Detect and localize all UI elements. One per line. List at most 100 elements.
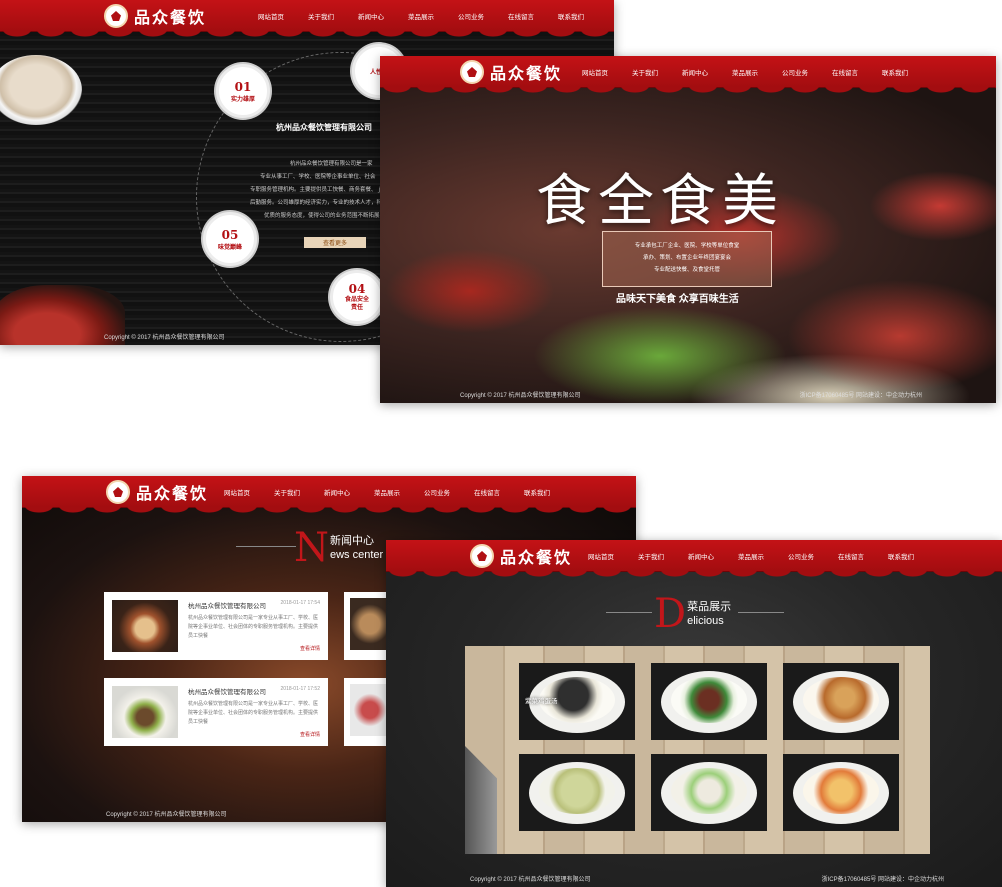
footer-copyright: Copyright © 2017 杭州品众餐饮管理有限公司 — [460, 393, 581, 399]
nav-dishes[interactable]: 菜品展示 — [738, 551, 764, 561]
nav-about[interactable]: 关于我们 — [274, 487, 300, 497]
nav-message[interactable]: 在线留言 — [838, 551, 864, 561]
dish-tile[interactable] — [651, 663, 767, 740]
nav-contact[interactable]: 联系我们 — [882, 67, 908, 77]
nav-home[interactable]: 网站首页 — [588, 551, 614, 561]
about-description: 杭州品众餐饮管理有限公司是一家 专业从事工厂、学校、医院等企事业单位、社会 专职… — [250, 161, 383, 219]
nav-message[interactable]: 在线留言 — [508, 11, 534, 21]
dish-image — [671, 677, 747, 723]
brand-name: 品众餐饮 — [134, 8, 207, 27]
logo[interactable]: 品众餐饮 — [104, 4, 206, 28]
knife-blade — [465, 746, 497, 854]
main-nav: 网站首页 关于我们 新闻中心 菜品展示 公司业务 在线留言 联系我们 — [588, 540, 914, 572]
dish-image — [671, 768, 747, 814]
nav-contact[interactable]: 联系我们 — [888, 551, 914, 561]
dish-image — [803, 768, 879, 814]
nav-dishes[interactable]: 菜品展示 — [408, 11, 434, 21]
nav-home[interactable]: 网站首页 — [258, 11, 284, 21]
nav-news[interactable]: 新闻中心 — [324, 487, 350, 497]
nav-dishes[interactable]: 菜品展示 — [732, 67, 758, 77]
site-header: 品众餐饮 网站首页 关于我们 新闻中心 菜品展示 公司业务 在线留言 联系我们 — [386, 540, 1002, 578]
nav-news[interactable]: 新闻中心 — [682, 67, 708, 77]
news-more-link[interactable]: 查看详情 — [188, 731, 320, 738]
dishes-heading-ornament — [606, 612, 652, 613]
dish-tile[interactable] — [783, 663, 899, 740]
nav-business[interactable]: 公司业务 — [788, 551, 814, 561]
news-title[interactable]: 杭州品众餐饮管理有限公司 — [188, 600, 266, 610]
news-thumbnail — [112, 600, 178, 652]
news-more-link[interactable]: 查看详情 — [188, 645, 320, 652]
news-heading-en: ews center — [330, 549, 384, 561]
nav-business[interactable]: 公司业务 — [782, 67, 808, 77]
nav-news[interactable]: 新闻中心 — [358, 11, 384, 21]
nav-about[interactable]: 关于我们 — [308, 11, 334, 21]
hero-info-box: 专业承包工厂企业、医院、学校等单位食堂 承办、策划、布置企业年终团宴宴会 专业配… — [602, 231, 772, 287]
news-heading-zh: 新闻中心 — [330, 535, 374, 547]
nav-message[interactable]: 在线留言 — [832, 67, 858, 77]
dishes-section-heading: D 菜品展示 elicious — [654, 594, 731, 634]
news-thumbnail — [112, 686, 178, 738]
footer-copyright: Copyright © 2017 杭州品众餐饮管理有限公司 — [104, 335, 225, 341]
logo[interactable]: 品众餐饮 — [470, 544, 572, 568]
footer-icp: 浙ICP备17060485号 网站建设：中企动力杭州 — [799, 393, 922, 399]
nav-about[interactable]: 关于我们 — [638, 551, 664, 561]
main-nav: 网站首页 关于我们 新闻中心 菜品展示 公司业务 在线留言 联系我们 — [582, 56, 908, 88]
dish-image — [539, 768, 615, 814]
news-title[interactable]: 杭州品众餐饮管理有限公司 — [188, 686, 266, 696]
main-nav: 网站首页 关于我们 新闻中心 菜品展示 公司业务 在线留言 联系我们 — [258, 0, 584, 32]
dishes-heading-ornament — [738, 612, 784, 613]
nav-message[interactable]: 在线留言 — [474, 487, 500, 497]
brand-name: 品众餐饮 — [500, 548, 573, 567]
nav-news[interactable]: 新闻中心 — [688, 551, 714, 561]
news-thumbnail — [350, 684, 390, 736]
logo[interactable]: 品众餐饮 — [106, 480, 208, 504]
screen-dishes: 品众餐饮 网站首页 关于我们 新闻中心 菜品展示 公司业务 在线留言 联系我们 … — [386, 540, 1002, 887]
nav-business[interactable]: 公司业务 — [458, 11, 484, 21]
brand-name: 品众餐饮 — [490, 64, 563, 83]
news-excerpt: 杭州品众餐饮管理有限公司是一家专业从事工厂、学校、医院等企事业单位、社会团体的专… — [188, 615, 319, 639]
logo-emblem-icon — [106, 480, 130, 504]
view-more-button[interactable]: 查看更多 — [304, 237, 366, 248]
dishes-heading-en: elicious — [687, 615, 724, 627]
nav-business[interactable]: 公司业务 — [424, 487, 450, 497]
food-photo-plate — [0, 55, 82, 125]
feature-circle-01: 01 实力雄厚 — [216, 64, 270, 118]
news-heading-letter: N — [294, 525, 329, 571]
nav-home[interactable]: 网站首页 — [582, 67, 608, 77]
feature-circle-04: 04 食品安全 责任 — [330, 270, 384, 324]
logo[interactable]: 品众餐饮 — [460, 60, 562, 84]
footer-copyright: Copyright © 2017 杭州品众餐饮管理有限公司 — [470, 877, 591, 883]
dish-tile[interactable] — [783, 754, 899, 831]
news-excerpt: 杭州品众餐饮管理有限公司是一家专业从事工厂、学校、医院等企事业单位、社会团体的专… — [188, 701, 319, 725]
news-date: 2018-01-17 17:52 — [280, 686, 320, 692]
nav-contact[interactable]: 联系我们 — [558, 11, 584, 21]
dishes-heading-zh: 菜品展示 — [687, 601, 732, 613]
nav-dishes[interactable]: 菜品展示 — [374, 487, 400, 497]
news-card[interactable]: 杭州品众餐饮管理有限公司 2018-01-17 17:54 杭州品众餐饮管理有限公… — [104, 592, 328, 660]
news-heading-ornament — [236, 546, 296, 547]
footer-icp: 浙ICP备17060485号 网站建设：中企动力杭州 — [821, 877, 944, 883]
logo-emblem-icon — [460, 60, 484, 84]
hero-slogan: 品味天下美食 众享百味生活 — [616, 294, 739, 305]
site-header: 品众餐饮 网站首页 关于我们 新闻中心 菜品展示 公司业务 在线留言 联系我们 — [380, 56, 996, 94]
site-header: 品众餐饮 网站首页 关于我们 新闻中心 菜品展示 公司业务 在线留言 联系我们 — [0, 0, 614, 38]
dish-image — [803, 677, 879, 723]
logo-emblem-icon — [104, 4, 128, 28]
footer-copyright: Copyright © 2017 杭州品众餐饮管理有限公司 — [106, 812, 227, 818]
dish-tile[interactable] — [519, 754, 635, 831]
dish-tile[interactable]: 紫菜鸡蛋汤 — [519, 663, 635, 740]
dish-tile[interactable] — [651, 754, 767, 831]
hero-title: 食全食美 — [536, 169, 784, 234]
site-header: 品众餐饮 网站首页 关于我们 新闻中心 菜品展示 公司业务 在线留言 联系我们 — [22, 476, 636, 514]
main-nav: 网站首页 关于我们 新闻中心 菜品展示 公司业务 在线留言 联系我们 — [224, 476, 550, 508]
nav-contact[interactable]: 联系我们 — [524, 487, 550, 497]
logo-emblem-icon — [470, 544, 494, 568]
news-section-heading: N 新闻中心 ews center — [294, 528, 383, 568]
news-card[interactable]: 杭州品众餐饮管理有限公司 2018-01-17 17:52 杭州品众餐饮管理有限公… — [104, 678, 328, 746]
dishes-heading-letter: D — [654, 591, 687, 637]
screen-hero: 品众餐饮 网站首页 关于我们 新闻中心 菜品展示 公司业务 在线留言 联系我们 … — [380, 56, 996, 403]
brand-name: 品众餐饮 — [136, 484, 209, 503]
dish-caption: 紫菜鸡蛋汤 — [525, 698, 558, 705]
nav-home[interactable]: 网站首页 — [224, 487, 250, 497]
nav-about[interactable]: 关于我们 — [632, 67, 658, 77]
